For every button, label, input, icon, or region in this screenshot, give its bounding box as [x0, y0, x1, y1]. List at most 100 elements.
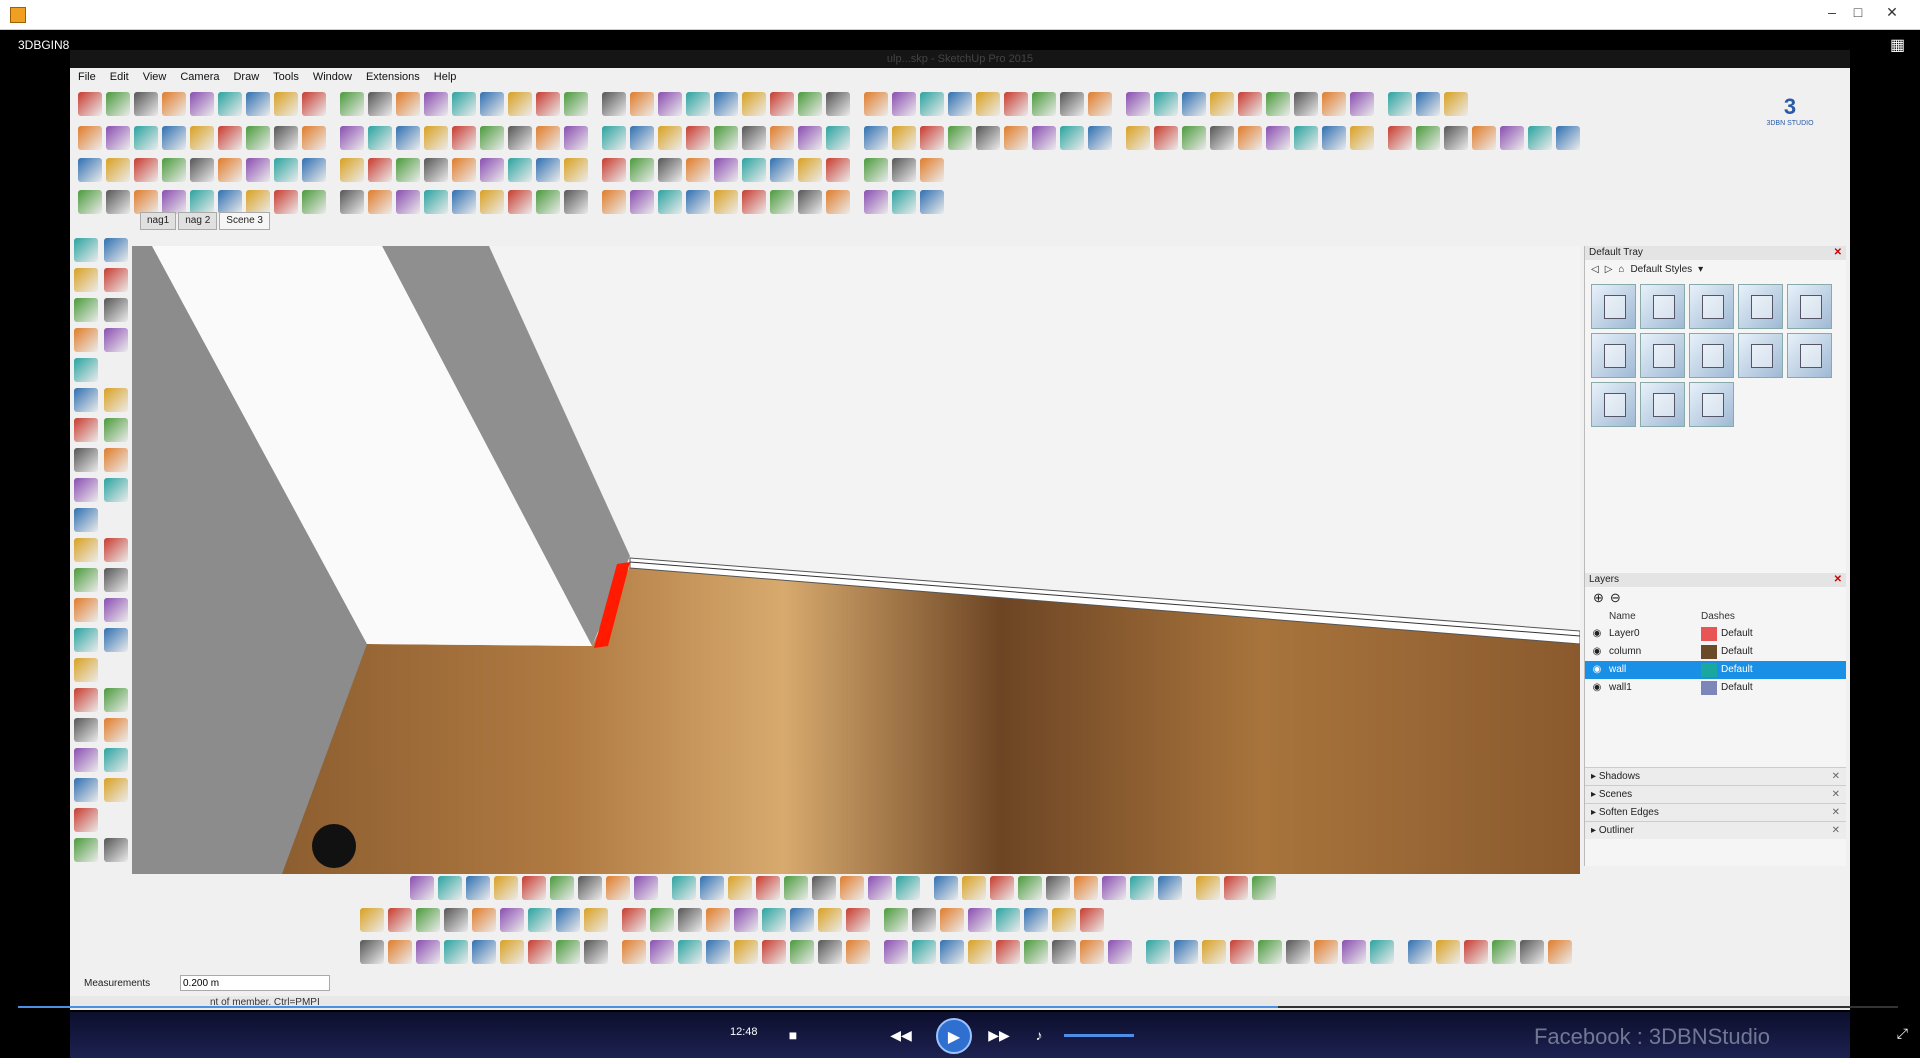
tool-icon[interactable]: [1492, 940, 1516, 964]
tool-icon[interactable]: [134, 158, 158, 182]
tool-icon[interactable]: [884, 940, 908, 964]
tool-icon[interactable]: [78, 126, 102, 150]
tool-icon[interactable]: [734, 908, 758, 932]
tool-icon[interactable]: [1196, 876, 1220, 900]
tool-icon[interactable]: [424, 158, 448, 182]
tool-icon[interactable]: [584, 940, 608, 964]
tool-icon[interactable]: [1342, 940, 1366, 964]
tool-icon[interactable]: [162, 190, 186, 214]
tool-icon[interactable]: [686, 190, 710, 214]
tool-icon[interactable]: [302, 158, 326, 182]
tool-icon[interactable]: [340, 92, 364, 116]
tool-icon[interactable]: [452, 92, 476, 116]
tool-icon[interactable]: [634, 876, 658, 900]
grid-icon[interactable]: ▦: [1890, 38, 1906, 54]
tool-icon[interactable]: [1266, 92, 1290, 116]
tool-icon[interactable]: [360, 908, 384, 932]
tool-icon[interactable]: [190, 158, 214, 182]
style-thumbnail[interactable]: [1787, 333, 1832, 378]
tool-icon[interactable]: [246, 190, 270, 214]
tool-icon[interactable]: [1046, 876, 1070, 900]
tool-icon[interactable]: [74, 478, 98, 502]
tool-icon[interactable]: [714, 92, 738, 116]
menu-tools[interactable]: Tools: [273, 68, 299, 86]
tool-icon[interactable]: [686, 92, 710, 116]
tool-icon[interactable]: [742, 190, 766, 214]
tool-icon[interactable]: [1052, 908, 1076, 932]
tool-icon[interactable]: [798, 126, 822, 150]
tool-icon[interactable]: [826, 126, 850, 150]
tool-icon[interactable]: [508, 92, 532, 116]
tool-icon[interactable]: [1080, 940, 1104, 964]
tool-icon[interactable]: [340, 190, 364, 214]
tool-icon[interactable]: [74, 598, 98, 622]
style-thumbnail[interactable]: [1689, 284, 1734, 329]
tool-icon[interactable]: [678, 908, 702, 932]
chevron-down-icon[interactable]: ▾: [1698, 264, 1703, 275]
tool-icon[interactable]: [104, 238, 128, 262]
tool-icon[interactable]: [104, 268, 128, 292]
styles-dropdown[interactable]: Default Styles: [1630, 264, 1692, 275]
tool-icon[interactable]: [1088, 126, 1112, 150]
tool-icon[interactable]: [106, 92, 130, 116]
tool-icon[interactable]: [1266, 126, 1290, 150]
tool-icon[interactable]: [106, 190, 130, 214]
tool-icon[interactable]: [798, 92, 822, 116]
tool-icon[interactable]: [274, 190, 298, 214]
tool-icon[interactable]: [438, 876, 462, 900]
tool-icon[interactable]: [74, 268, 98, 292]
tool-icon[interactable]: [920, 158, 944, 182]
tool-icon[interactable]: [74, 418, 98, 442]
tool-icon[interactable]: [1074, 876, 1098, 900]
layer-color-swatch[interactable]: [1701, 663, 1717, 677]
panel-scenes[interactable]: ▸ Scenes ✕: [1585, 785, 1846, 803]
menu-draw[interactable]: Draw: [233, 68, 259, 86]
tool-icon[interactable]: [1224, 876, 1248, 900]
tool-icon[interactable]: [410, 876, 434, 900]
tool-icon[interactable]: [762, 908, 786, 932]
tool-icon[interactable]: [162, 92, 186, 116]
tool-icon[interactable]: [74, 628, 98, 652]
tool-icon[interactable]: [74, 718, 98, 742]
tool-icon[interactable]: [444, 908, 468, 932]
tool-icon[interactable]: [578, 876, 602, 900]
tool-icon[interactable]: [714, 126, 738, 150]
tool-icon[interactable]: [658, 190, 682, 214]
tool-icon[interactable]: [424, 92, 448, 116]
tool-icon[interactable]: [1182, 126, 1206, 150]
tool-icon[interactable]: [846, 940, 870, 964]
tool-icon[interactable]: [444, 940, 468, 964]
tool-icon[interactable]: [1032, 126, 1056, 150]
tool-icon[interactable]: [714, 158, 738, 182]
tool-icon[interactable]: [466, 876, 490, 900]
tool-icon[interactable]: [1436, 940, 1460, 964]
tool-icon[interactable]: [1052, 940, 1076, 964]
delete-layer-icon[interactable]: ⊖: [1610, 590, 1621, 606]
tool-icon[interactable]: [190, 92, 214, 116]
panel-outliner[interactable]: ▸ Outliner ✕: [1585, 821, 1846, 839]
tool-icon[interactable]: [920, 126, 944, 150]
tool-icon[interactable]: [494, 876, 518, 900]
tool-icon[interactable]: [940, 908, 964, 932]
tool-icon[interactable]: [892, 126, 916, 150]
tool-icon[interactable]: [714, 190, 738, 214]
rewind-icon[interactable]: ◀◀: [888, 1022, 914, 1048]
tool-icon[interactable]: [630, 158, 654, 182]
tool-icon[interactable]: [728, 876, 752, 900]
tool-icon[interactable]: [602, 92, 626, 116]
tool-icon[interactable]: [1174, 940, 1198, 964]
tool-icon[interactable]: [360, 940, 384, 964]
menu-extensions[interactable]: Extensions: [366, 68, 420, 86]
tool-icon[interactable]: [770, 190, 794, 214]
tool-icon[interactable]: [480, 158, 504, 182]
tool-icon[interactable]: [104, 328, 128, 352]
tool-icon[interactable]: [706, 908, 730, 932]
tool-icon[interactable]: [864, 190, 888, 214]
tool-icon[interactable]: [556, 908, 580, 932]
tool-icon[interactable]: [892, 158, 916, 182]
style-thumbnail[interactable]: [1591, 284, 1636, 329]
tool-icon[interactable]: [650, 940, 674, 964]
tool-icon[interactable]: [480, 126, 504, 150]
tool-icon[interactable]: [630, 92, 654, 116]
tool-icon[interactable]: [1238, 92, 1262, 116]
